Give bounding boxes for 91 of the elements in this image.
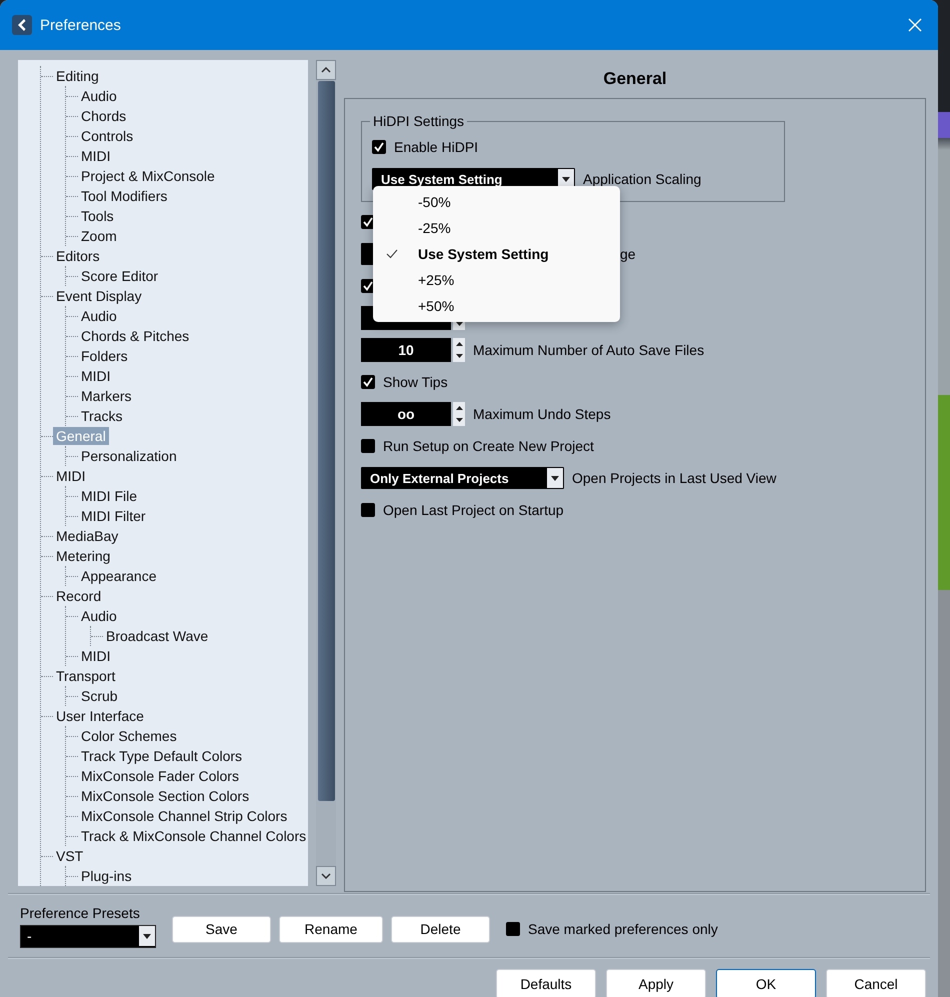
number-field[interactable]: oo [361,402,451,426]
number-field[interactable]: 10 [361,338,451,362]
tree-item[interactable]: Score Editor [78,267,162,285]
presets-dropdown[interactable]: - [20,924,156,948]
menu-item[interactable]: +25% [373,267,620,293]
spin-buttons[interactable] [453,402,465,426]
group-title: HiDPI Settings [372,113,466,129]
tree-item[interactable]: MixConsole Fader Colors [78,767,242,785]
tree-item[interactable]: Editing [53,67,102,85]
tree-item[interactable]: Audio [78,87,120,105]
dropdown-arrow-icon [143,934,151,938]
setting-label: Enable HiDPI [394,139,478,155]
scroll-up-icon [321,67,331,73]
close-icon [908,18,922,32]
setting-label: ge [620,246,636,262]
menu-item[interactable]: Use System Setting [373,241,620,267]
setting-label: Maximum Undo Steps [473,406,611,422]
checkbox[interactable] [361,375,375,389]
tree-item[interactable]: Broadcast Wave [103,627,212,645]
menu-item[interactable]: -25% [373,215,620,241]
tree-item[interactable]: Tracks [78,407,126,425]
tree-item[interactable]: Chords [78,107,130,125]
dropdown-arrow-icon [551,476,559,480]
tree-item[interactable]: Appearance [78,567,160,585]
setting-label: Open Projects in Last Used View [572,470,776,486]
tree-item[interactable]: Controls [78,127,136,145]
setting-label: Show Tips [383,374,448,390]
checkbox[interactable] [372,140,386,154]
tree-item[interactable]: Track Type Default Colors [78,747,246,765]
tree-item[interactable]: Transport [53,667,118,685]
tree-item[interactable]: MIDI [78,647,114,665]
dropdown-arrow-icon [562,176,570,182]
checkbox[interactable] [361,503,375,517]
tree-item[interactable]: Color Schemes [78,727,180,745]
tree-item[interactable]: MIDI Filter [78,507,149,525]
tree-item[interactable]: Chords & Pitches [78,327,192,345]
dialog-button[interactable]: Defaults [496,969,596,997]
presets-label: Preference Presets [20,904,141,920]
checkmark-icon [386,249,398,259]
checkbox[interactable] [361,439,375,453]
tree-item[interactable]: Audio [78,607,120,625]
tree-item[interactable]: Tool Modifiers [78,187,170,205]
dialog-button[interactable]: OK [716,969,816,997]
tree-item[interactable]: Editors [53,247,103,265]
tree-item[interactable]: Metering [53,547,114,565]
dialog-button[interactable]: Apply [606,969,706,997]
tree-item[interactable]: Scrub [78,687,121,705]
tree-item[interactable]: Plug-ins [78,867,135,885]
spin-down-icon [456,354,462,358]
dropdown[interactable]: Only External Projects [361,467,564,489]
scrollbar-thumb[interactable] [318,81,335,801]
tree-item[interactable]: Audio [78,307,120,325]
preset-button[interactable]: Save [172,916,271,942]
spin-up-icon [456,342,462,346]
setting-label: Open Last Project on Startup [383,502,564,518]
checkbox[interactable] [506,922,520,936]
menu-item[interactable]: +50% [373,293,620,319]
tree-item[interactable]: VST [53,847,86,865]
tree-item[interactable]: Markers [78,387,135,405]
tree-item[interactable]: User Interface [53,707,147,725]
tree-item[interactable]: Zoom [78,227,120,245]
preset-button[interactable]: Rename [279,916,383,942]
tree-item[interactable]: MIDI [78,367,114,385]
tree-item[interactable]: MIDI File [78,487,140,505]
tree-item[interactable]: Personalization [78,447,180,465]
tree-item[interactable]: MIDI [53,467,89,485]
tree-item[interactable]: MixConsole Channel Strip Colors [78,807,290,825]
tree-item[interactable]: MixConsole Section Colors [78,787,252,805]
spin-up-icon [456,406,462,410]
scroll-down-icon [321,873,331,879]
setting-label: Run Setup on Create New Project [383,438,594,454]
tree-item[interactable]: Record [53,587,104,605]
tree-item[interactable]: MIDI [78,147,114,165]
setting-label: Application Scaling [583,171,702,187]
tree-item[interactable]: Event Display [53,287,145,305]
checkbox-label: Save marked preferences only [528,921,718,937]
spin-down-icon [456,418,462,422]
tree-item[interactable]: Track & MixConsole Channel Colors [78,827,308,845]
preset-button[interactable]: Delete [391,916,490,942]
menu-item[interactable]: -50% [373,189,620,215]
app-logo-icon [12,15,32,35]
window-title: Preferences [40,16,122,34]
spin-buttons[interactable] [453,338,465,362]
scrollbar[interactable] [316,60,336,886]
dialog-button[interactable]: Cancel [826,969,926,997]
page-title: General [603,69,667,89]
tree-item[interactable]: MediaBay [53,527,122,545]
tree-item[interactable]: Tools [78,207,117,225]
tree-item[interactable]: Folders [78,347,131,365]
setting-label: Maximum Number of Auto Save Files [473,342,704,358]
tree-item[interactable]: Project & MixConsole [78,167,218,185]
